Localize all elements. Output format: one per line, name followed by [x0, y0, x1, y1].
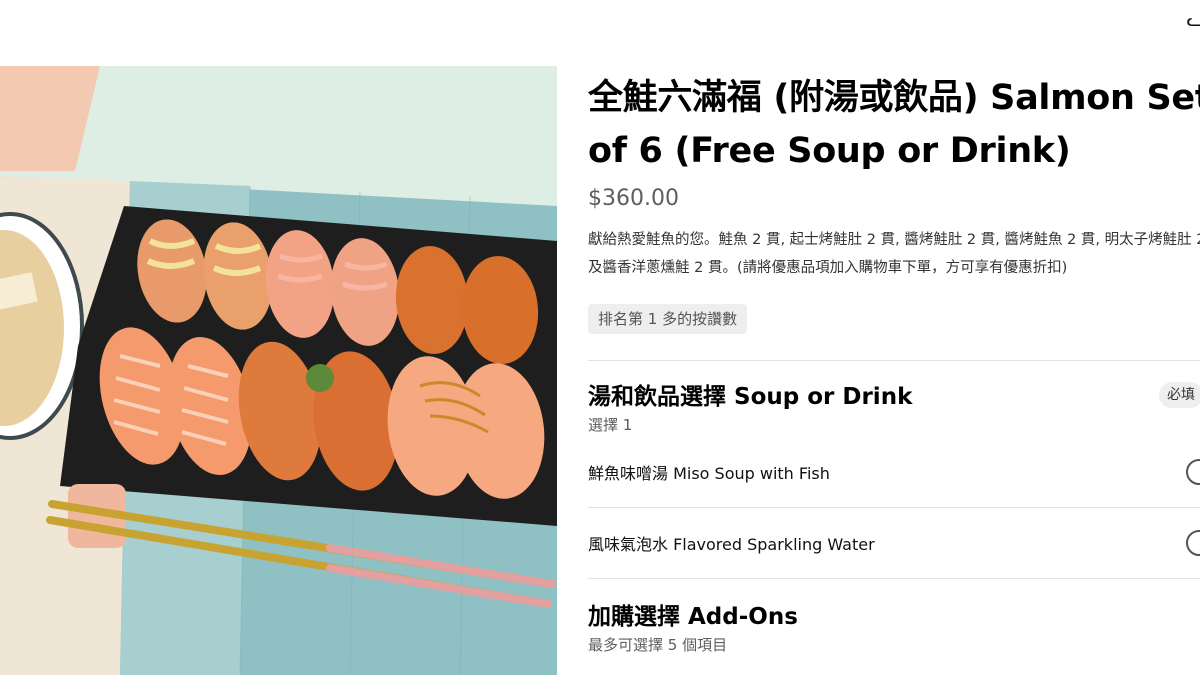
required-badge: 必填: [1159, 382, 1200, 408]
radio-button[interactable]: [1186, 459, 1200, 485]
item-price: $360.00: [588, 186, 679, 211]
soup-or-drink-section: 湯和飲品選擇 Soup or Drink 選擇 1 必填: [588, 381, 1200, 437]
section-title-add-ons: 加購選擇 Add-Ons: [588, 604, 798, 630]
item-title: 全鮭六滿福 (附湯或飲品) Salmon Set of 6 (Free Soup…: [588, 78, 1200, 171]
option-miso-soup[interactable]: 鮮魚味噌湯 Miso Soup with Fish: [588, 437, 1200, 507]
item-description: 獻給熱愛鮭魚的您。鮭魚 2 貫, 起士烤鮭肚 2 貫, 醬烤鮭肚 2 貫, 醬烤…: [588, 232, 1200, 276]
salmon-set-illustration: [0, 66, 557, 675]
option-sparkling-water[interactable]: 風味氣泡水 Flavored Sparkling Water: [588, 508, 1200, 578]
popularity-badge: 排名第 1 多的按讚數: [588, 304, 748, 334]
section-subtitle-add-ons: 最多可選擇 5 個項目: [588, 636, 728, 654]
divider: [588, 360, 1200, 361]
item-details: 全鮭六滿福 (附湯或飲品) Salmon Set of 6 (Free Soup…: [588, 72, 1200, 675]
share-icon[interactable]: ᓚ: [1187, 10, 1200, 31]
item-photo: [0, 66, 557, 675]
option-label: 風味氣泡水 Flavored Sparkling Water: [588, 535, 875, 554]
divider: [588, 578, 1200, 579]
radio-button[interactable]: [1186, 530, 1200, 556]
option-label: 鮮魚味噌湯 Miso Soup with Fish: [588, 464, 830, 483]
add-ons-section: 加購選擇 Add-Ons 最多可選擇 5 個項目: [588, 601, 1200, 657]
section-subtitle-soup-or-drink: 選擇 1: [588, 416, 633, 434]
section-title-soup-or-drink: 湯和飲品選擇 Soup or Drink: [588, 384, 913, 410]
